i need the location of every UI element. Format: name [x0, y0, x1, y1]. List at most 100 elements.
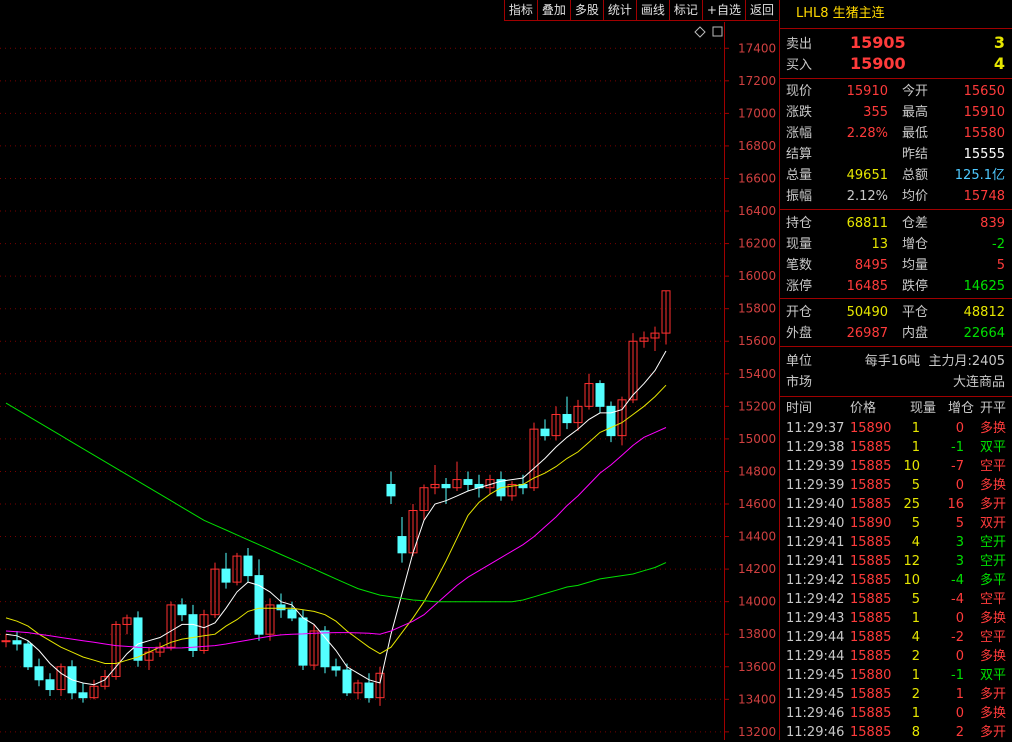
tick-row: 11:29:44 15885 2 0 多换 [780, 647, 1012, 666]
tick-qty: 10 [903, 573, 920, 588]
tick-price: 15885 [850, 554, 892, 569]
tick-price: 15885 [850, 497, 892, 512]
field-label: 持仓 [786, 216, 813, 231]
price-tick-label: 14600 [738, 497, 776, 511]
field-value: 50490 [846, 305, 888, 320]
candle-down [342, 669, 352, 694]
tick-time: 11:29:41 [786, 554, 845, 569]
toolbar-button-4[interactable]: 画线 [635, 0, 669, 21]
panel-separator [780, 209, 1012, 210]
toolbar-button-2[interactable]: 多股 [569, 0, 603, 21]
field-value: 8495 [854, 258, 888, 273]
tick-qty: 8 [911, 725, 920, 740]
tick-chg: 3 [955, 554, 964, 569]
toolbar-button-1[interactable]: 叠加 [536, 0, 570, 21]
tick-qty: 5 [911, 478, 920, 493]
price-tick-label: 17200 [738, 74, 776, 88]
tick-row: 11:29:40 15890 5 5 双开 [780, 514, 1012, 533]
tick-type: 多开 [980, 687, 1007, 702]
toolbar-button-6[interactable]: +自选 [701, 0, 745, 21]
tick-time: 11:29:45 [786, 668, 845, 683]
chart-topbar: 指标 叠加 多股 统计 画线 标记 +自选 返回 [0, 0, 778, 22]
tick-time: 11:29:44 [786, 630, 845, 645]
tick-type: 多开 [980, 497, 1007, 512]
field-label: 总额 [902, 168, 929, 183]
field-value: 15910 [846, 84, 888, 99]
tick-time: 11:29:41 [786, 535, 845, 550]
field-label: 仓差 [902, 216, 929, 231]
field-label: 开仓 [786, 305, 813, 320]
field-label: 现价 [786, 84, 813, 99]
candle-down [34, 666, 44, 681]
quote-panel: LHL8 生猪主连 卖出 15905 3 买入 15900 4 现价 15910 今开 15650… [779, 0, 1012, 740]
field-label: 涨幅 [786, 126, 813, 141]
tick-price: 15885 [850, 573, 892, 588]
price-tick-label: 15400 [738, 367, 776, 381]
tick-price: 15885 [850, 459, 892, 474]
tick-chg: -2 [951, 630, 964, 645]
tick-price: 15890 [850, 516, 892, 531]
field-label: 现量 [786, 237, 813, 252]
candle-down [606, 405, 616, 437]
sell-label: 卖出 [786, 37, 813, 52]
price-tick-label: 15800 [738, 302, 776, 316]
tick-row: 11:29:42 15885 10 -4 多平 [780, 571, 1012, 590]
kline-chart-svg[interactable]: 17400 17200 17000 16800 16600 16400 16200 16000… [0, 22, 778, 740]
field-label: 最低 [902, 126, 929, 141]
diamond-icon [694, 26, 706, 38]
toolbar-button-0[interactable]: 指标 [503, 0, 537, 21]
tick-time: 11:29:44 [786, 649, 845, 664]
field-label: 均量 [902, 258, 929, 273]
field-label: 平仓 [902, 305, 929, 320]
tick-qty: 12 [903, 554, 920, 569]
tick-row: 11:29:45 15885 2 1 多开 [780, 685, 1012, 704]
tick-chg: 1 [955, 687, 964, 702]
toolbar-button-3[interactable]: 统计 [602, 0, 636, 21]
field-label: 笔数 [786, 258, 813, 273]
candle-down [364, 682, 374, 699]
candle-down [45, 679, 55, 691]
field-value: 14625 [963, 279, 1005, 294]
tick-type: 多换 [980, 421, 1007, 436]
candle-down [562, 413, 572, 424]
tick-qty: 1 [911, 421, 920, 436]
unit-label: 单位 [786, 354, 813, 369]
tick-qty: 5 [911, 592, 920, 607]
ma-line-3 [5, 402, 667, 603]
tick-header: 时间 [786, 401, 813, 416]
tick-time: 11:29:42 [786, 573, 845, 588]
tick-time: 11:29:46 [786, 706, 845, 721]
toolbar-button-7[interactable]: 返回 [744, 0, 778, 21]
tick-time: 11:29:43 [786, 611, 845, 626]
field-value: 355 [863, 105, 888, 120]
tick-price: 15885 [850, 706, 892, 721]
tick-price: 15880 [850, 668, 892, 683]
price-tick-label: 16800 [738, 139, 776, 153]
price-tick-label: 17000 [738, 106, 776, 120]
tick-row: 11:29:41 15885 12 3 空开 [780, 552, 1012, 571]
tick-chg: -1 [951, 440, 964, 455]
tick-time: 11:29:42 [786, 592, 845, 607]
tick-header: 增仓 [948, 401, 975, 416]
ma-line-2 [5, 427, 667, 649]
tick-type: 双平 [980, 440, 1007, 455]
tick-row: 11:29:41 15885 4 3 空开 [780, 533, 1012, 552]
tick-chg: 5 [955, 516, 964, 531]
panel-separator [780, 78, 1012, 79]
tick-qty: 2 [911, 649, 920, 664]
field-value: 15580 [963, 126, 1005, 141]
tick-row: 11:29:45 15880 1 -1 双平 [780, 666, 1012, 685]
tick-type: 双开 [980, 516, 1007, 531]
field-label: 均价 [902, 189, 929, 204]
square-icon [712, 26, 723, 37]
tick-chg: -4 [951, 592, 964, 607]
tick-chg: 2 [955, 725, 964, 740]
tick-chg: 16 [947, 497, 964, 512]
sell-qty: 3 [993, 33, 1005, 52]
field-value: 15555 [963, 147, 1005, 162]
price-tick-label: 13600 [738, 660, 776, 674]
kline-chart[interactable]: 17400 17200 17000 16800 16600 16400 16200 16000… [0, 22, 778, 740]
candle-down [386, 483, 396, 497]
toolbar-button-5[interactable]: 标记 [668, 0, 702, 21]
tick-type: 空开 [980, 535, 1007, 550]
